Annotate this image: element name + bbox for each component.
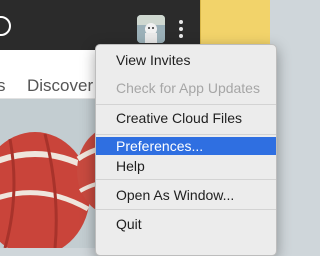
menu-item-check-updates[interactable]: Check for App Updates xyxy=(96,77,276,99)
menu-item-view-invites[interactable]: View Invites xyxy=(96,49,276,71)
tab-discover[interactable]: Discover xyxy=(27,76,93,96)
menu-separator xyxy=(96,209,276,210)
more-options-icon[interactable] xyxy=(174,18,186,40)
avatar[interactable] xyxy=(137,15,165,43)
menu-separator xyxy=(96,104,276,105)
menu-item-help[interactable]: Help xyxy=(96,155,276,177)
menu-item-open-as-window[interactable]: Open As Window... xyxy=(96,184,276,206)
menu-separator xyxy=(96,134,276,135)
nav-item-partial[interactable]: s xyxy=(0,76,6,96)
overflow-menu: View Invites Check for App Updates Creat… xyxy=(95,44,277,256)
menu-separator xyxy=(96,179,276,180)
app-logo-icon xyxy=(0,16,11,36)
menu-item-preferences[interactable]: Preferences... xyxy=(96,137,276,155)
menu-item-creative-cloud-files[interactable]: Creative Cloud Files xyxy=(96,107,276,129)
menu-item-quit[interactable]: Quit xyxy=(96,213,276,235)
